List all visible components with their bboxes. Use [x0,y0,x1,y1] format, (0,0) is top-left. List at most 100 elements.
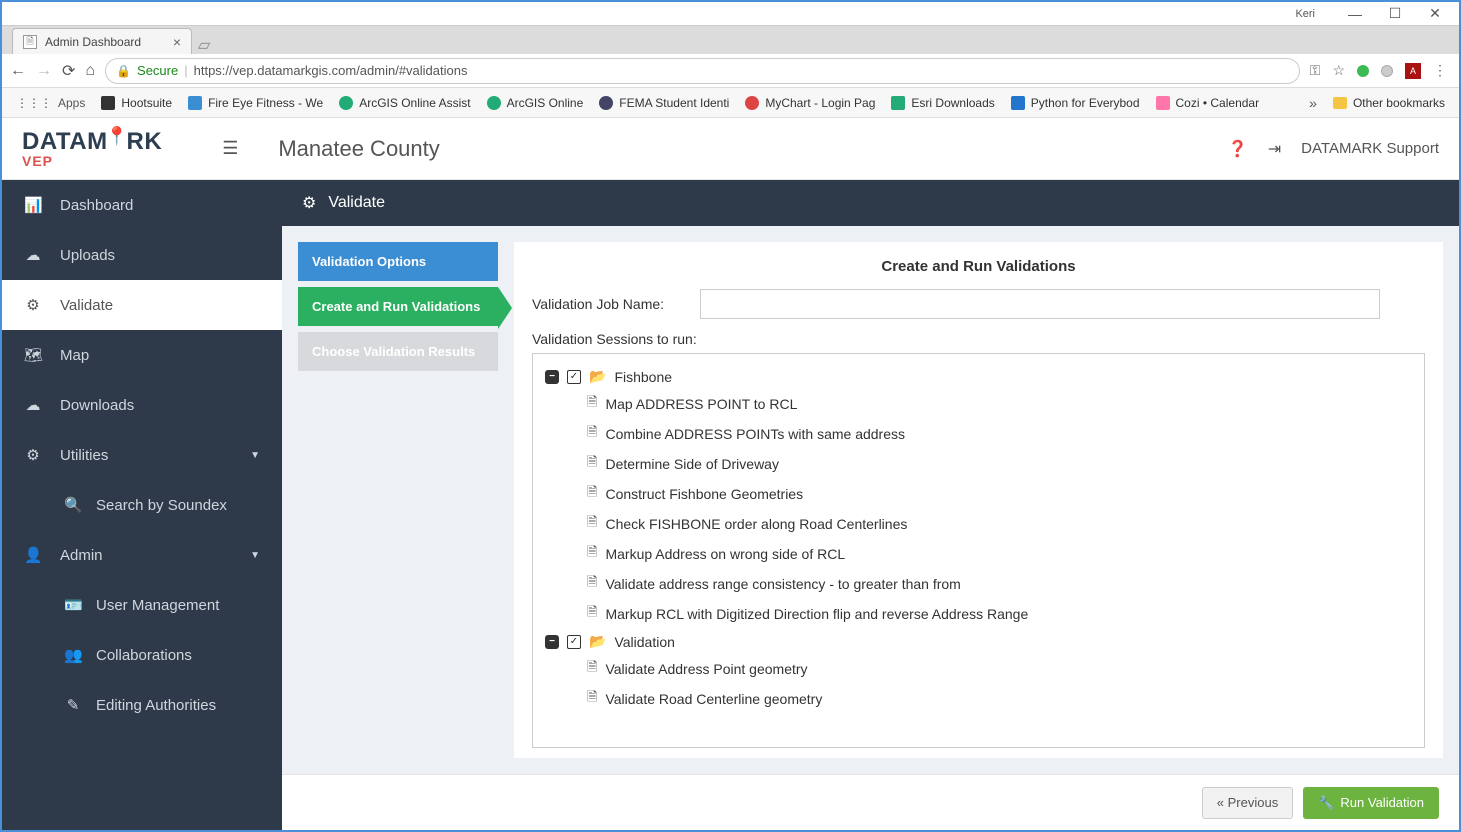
address-bar[interactable]: 🔒 Secure | https://vep.datamarkgis.com/a… [105,58,1300,84]
tree-item[interactable]: 🗎Markup Address on wrong side of RCL [545,539,1412,569]
upload-icon: ☁ [24,246,42,264]
tree-item[interactable]: 🗎Markup RCL with Digitized Direction fli… [545,599,1412,629]
bookmark-fire-eye[interactable]: Fire Eye Fitness - We [182,93,329,113]
folder-open-icon: 📂 [589,633,606,650]
star-icon[interactable]: ☆ [1332,62,1345,79]
window-user: Keri [6,8,1335,20]
sidebar-item-editing-authorities[interactable]: ✎ Editing Authorities [2,680,282,730]
tree-group[interactable]: −✓📂Fishbone [545,364,1412,389]
tab-close-button[interactable]: × [173,34,181,50]
back-button[interactable]: ← [10,62,26,80]
home-button[interactable]: ⌂ [85,62,95,80]
lock-icon: 🔒 [116,64,131,78]
file-icon: 🗎 [587,573,597,595]
run-validation-button[interactable]: 🔧Run Validation [1303,787,1439,819]
forward-button[interactable]: → [36,62,52,80]
tree-label: Validate Address Point geometry [605,661,807,677]
sidebar-item-admin[interactable]: 👤 Admin ▼ [2,530,282,580]
validation-tree[interactable]: −✓📂Fishbone🗎Map ADDRESS POINT to RCL🗎Com… [532,353,1425,748]
window-close-button[interactable]: ✕ [1415,5,1455,22]
page-favicon-icon: 🗎 [23,35,37,49]
folder-open-icon: 📂 [589,368,606,385]
tree-label: Validation [614,634,674,650]
sidebar-item-label: Editing Authorities [96,697,216,714]
bookmark-hootsuite[interactable]: Hootsuite [95,93,178,113]
sidebar-item-downloads[interactable]: ☁ Downloads [2,380,282,430]
bookmark-icon [745,96,759,110]
job-name-input[interactable] [700,289,1380,319]
new-tab-button[interactable]: ▱ [198,36,218,54]
wizard-step-results[interactable]: Choose Validation Results [298,332,498,371]
checkbox[interactable]: ✓ [567,635,581,649]
collapse-icon[interactable]: − [545,370,559,384]
file-icon: 🗎 [587,658,597,680]
extension-green-icon[interactable] [1357,65,1369,77]
tree-item[interactable]: 🗎Validate address range consistency - to… [545,569,1412,599]
previous-button[interactable]: « Previous [1202,787,1293,819]
tree-item[interactable]: 🗎Validate Road Centerline geometry [545,684,1412,714]
sidebar-item-collaborations[interactable]: 👥 Collaborations [2,630,282,680]
download-icon: ☁ [24,396,42,414]
user-icon: 👤 [24,546,42,564]
sidebar-item-search-soundex[interactable]: 🔍 Search by Soundex [2,480,282,530]
tree-item[interactable]: 🗎Construct Fishbone Geometries [545,479,1412,509]
sidebar-item-uploads[interactable]: ☁ Uploads [2,230,282,280]
tree-label: Markup Address on wrong side of RCL [605,546,845,562]
sidebar-item-user-management[interactable]: 🪪 User Management [2,580,282,630]
browser-tab[interactable]: 🗎 Admin Dashboard × [12,28,192,54]
browser-menu-button[interactable]: ⋮ [1433,62,1447,79]
sessions-label: Validation Sessions to run: [532,331,1425,347]
bookmark-arcgis-assist[interactable]: ArcGIS Online Assist [333,93,476,113]
content-header: ⚙ Validate [282,180,1459,226]
edit-icon: ✎ [64,696,82,714]
key-icon[interactable]: ⚿ [1310,62,1321,79]
sidebar-item-dashboard[interactable]: 📊 Dashboard [2,180,282,230]
menu-toggle-button[interactable]: ☰ [222,138,238,159]
wizard-step-create-run[interactable]: Create and Run Validations [298,287,498,326]
logout-icon[interactable]: ⇥ [1268,139,1281,159]
sidebar-item-validate[interactable]: ⚙ Validate [2,280,282,330]
bookmark-fema[interactable]: FEMA Student Identi [593,93,735,113]
tree-item[interactable]: 🗎Map ADDRESS POINT to RCL [545,389,1412,419]
tree-item[interactable]: 🗎Determine Side of Driveway [545,449,1412,479]
app-logo[interactable]: DATAM📍RK VEP [22,130,162,168]
bookmark-mychart[interactable]: MyChart - Login Pag [739,93,881,113]
help-icon[interactable]: ❓ [1228,139,1248,159]
sidebar-item-label: Map [60,347,89,364]
tree-label: Determine Side of Driveway [605,456,779,472]
tab-title: Admin Dashboard [45,35,141,49]
wizard-step-options[interactable]: Validation Options [298,242,498,281]
panel-title: Create and Run Validations [532,258,1425,275]
sidebar-item-map[interactable]: 🗺 Map [2,330,282,380]
bookmark-cozi[interactable]: Cozi • Calendar [1150,93,1266,113]
bookmark-python[interactable]: Python for Everybod [1005,93,1146,113]
header-user-label[interactable]: DATAMARK Support [1301,140,1439,157]
bookmarks-overflow-button[interactable]: » [1303,95,1323,111]
wizard-steps: Validation Options Create and Run Valida… [298,242,498,758]
other-bookmarks-button[interactable]: Other bookmarks [1327,93,1451,113]
browser-tabstrip: 🗎 Admin Dashboard × ▱ [2,26,1459,54]
bookmarks-bar: ⋮⋮⋮Apps Hootsuite Fire Eye Fitness - We … [2,88,1459,118]
bookmark-icon [1011,96,1025,110]
collapse-icon[interactable]: − [545,635,559,649]
bookmark-esri[interactable]: Esri Downloads [885,93,1000,113]
tree-item[interactable]: 🗎Combine ADDRESS POINTs with same addres… [545,419,1412,449]
checkbox[interactable]: ✓ [567,370,581,384]
tree-item[interactable]: 🗎Check FISHBONE order along Road Centerl… [545,509,1412,539]
window-maximize-button[interactable]: ☐ [1375,5,1415,22]
window-minimize-button[interactable]: — [1335,6,1375,22]
content-title: Validate [328,194,385,212]
bookmark-apps[interactable]: ⋮⋮⋮Apps [10,93,91,113]
sidebar-item-label: Utilities [60,447,108,464]
extension-pdf-icon[interactable]: A [1405,63,1421,79]
url-text: https://vep.datamarkgis.com/admin/#valid… [194,63,468,78]
sidebar-item-label: Validate [60,297,113,314]
sidebar-item-utilities[interactable]: ⚙ Utilities ▼ [2,430,282,480]
tree-item[interactable]: 🗎 Validate Address Point geometry [545,654,1412,684]
bookmark-arcgis-online[interactable]: ArcGIS Online [481,93,590,113]
sidebar-item-label: Admin [60,547,103,564]
reload-button[interactable]: ⟳ [62,61,75,81]
tree-group[interactable]: −✓ 📂 Validation [545,629,1412,654]
window-titlebar: Keri — ☐ ✕ [2,2,1459,26]
extension-gray-icon[interactable] [1381,65,1393,77]
